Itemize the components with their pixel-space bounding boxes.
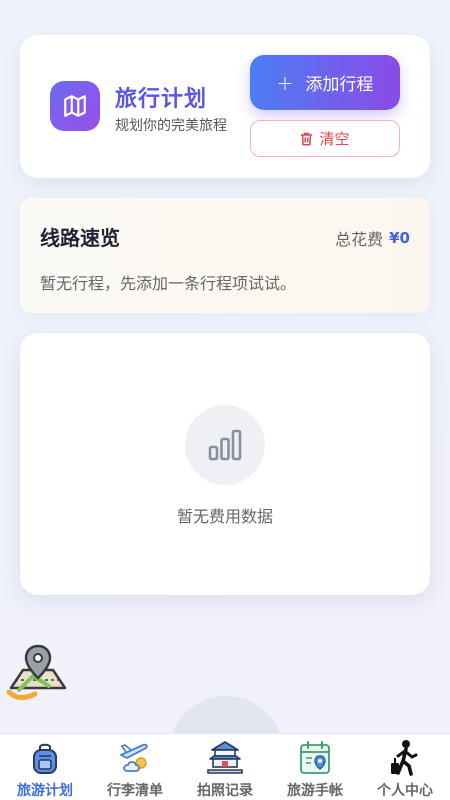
pagoda-icon: [205, 740, 245, 776]
bottom-nav: 旅游计划 行李清单 拍照记录 旅游手帐 个人中心: [0, 733, 450, 800]
nav-label-luggage-list: 行李清单: [107, 783, 163, 799]
add-itinerary-button[interactable]: + 添加行程: [250, 55, 400, 110]
page-title: 旅行计划: [115, 87, 208, 112]
nav-label-travel-journal: 旅游手帐: [287, 783, 343, 799]
header-card: 旅行计划 规划你的完美旅程 + 添加行程 清空: [20, 35, 430, 178]
bar-chart-icon: [185, 405, 265, 485]
route-empty-text: 暂无行程，先添加一条行程项试试。: [40, 274, 297, 293]
total-cost-label: 总花费: [335, 230, 384, 249]
nav-item-travel-journal[interactable]: 旅游手帐: [270, 734, 360, 800]
traveler-icon: [385, 740, 425, 776]
clear-button[interactable]: 清空: [250, 120, 400, 157]
backpack-icon: [25, 740, 65, 776]
calendar-map-icon: [295, 740, 335, 776]
map-icon: [50, 81, 100, 131]
trash-icon: [301, 132, 313, 146]
nav-label-photo-record: 拍照记录: [197, 783, 253, 799]
nav-label-travel-plan: 旅游计划: [17, 783, 73, 799]
nav-item-travel-plan[interactable]: 旅游计划: [0, 734, 90, 800]
total-cost-amount: ¥0: [389, 229, 410, 247]
plane-weather-icon: [115, 740, 155, 776]
plus-icon: +: [276, 70, 294, 95]
cost-chart-card: 暂无费用数据: [20, 333, 430, 595]
nav-item-profile[interactable]: 个人中心: [360, 734, 450, 800]
nav-item-photo-record[interactable]: 拍照记录: [180, 734, 270, 800]
nav-label-profile: 个人中心: [377, 783, 433, 799]
route-overview-card: 线路速览 总花费 ¥0 暂无行程，先添加一条行程项试试。: [20, 198, 430, 313]
nav-item-luggage-list[interactable]: 行李清单: [90, 734, 180, 800]
add-itinerary-label: 添加行程: [305, 75, 374, 95]
floating-map-pin-icon[interactable]: [5, 640, 71, 706]
total-cost: 总花费 ¥0: [335, 226, 410, 250]
cost-empty-text: 暂无费用数据: [176, 507, 273, 526]
route-title: 线路速览: [40, 226, 120, 250]
clear-label: 清空: [319, 130, 350, 148]
page-subtitle: 规划你的完美旅程: [115, 118, 227, 134]
